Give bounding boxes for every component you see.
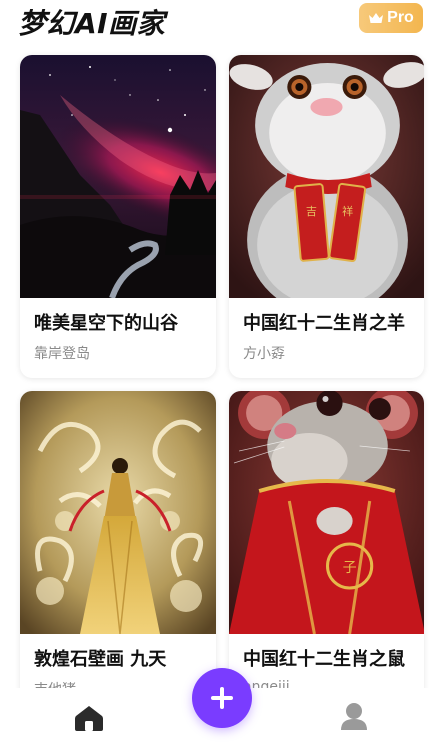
svg-text:吉: 吉 (306, 205, 317, 218)
artwork-title: 中国红十二生肖之鼠 (243, 649, 405, 670)
app-title: 梦幻AI画家 (18, 7, 166, 40)
svg-text:祥: 祥 (342, 204, 353, 218)
home-icon (75, 706, 103, 731)
create-artwork-button[interactable] (192, 668, 252, 728)
artwork-image-starry-valley[interactable] (20, 55, 216, 298)
nav-profile-button[interactable] (340, 702, 368, 732)
user-icon (341, 703, 367, 730)
pro-badge-button[interactable]: Pro (359, 3, 423, 33)
artwork-image-dunhuang-mural[interactable] (20, 391, 216, 634)
artwork-card[interactable]: 吉 祥 中国红十二生肖之羊 方小孬 (229, 55, 424, 378)
pro-label: Pro (387, 9, 414, 26)
plus-icon (211, 687, 233, 709)
artwork-title: 唯美星空下的山谷 (34, 313, 178, 334)
crown-icon (369, 13, 384, 23)
nav-home-button[interactable] (74, 704, 104, 732)
artwork-author[interactable]: 靠岸登岛 (34, 343, 90, 363)
artwork-card[interactable]: 子 中国红十二生肖之鼠 angeiji (229, 391, 424, 714)
artwork-image-zodiac-sheep[interactable]: 吉 祥 (229, 55, 424, 298)
artwork-card[interactable]: 唯美星空下的山谷 靠岸登岛 (20, 55, 216, 378)
header: 梦幻AI画家 Pro (0, 0, 442, 44)
app-root: 梦幻AI画家 Pro 唯美星空下的山谷 靠岸登岛 吉 祥 中国红十二生肖之羊 方… (0, 0, 442, 744)
artwork-author[interactable]: 方小孬 (243, 343, 285, 363)
artwork-title: 敦煌石壁画 九天 (34, 649, 167, 670)
artwork-card[interactable]: 敦煌石壁画 九天 吉他猪 (20, 391, 216, 714)
artwork-title: 中国红十二生肖之羊 (243, 313, 405, 334)
svg-text:子: 子 (343, 560, 357, 576)
artwork-image-zodiac-rat[interactable]: 子 (229, 391, 424, 634)
